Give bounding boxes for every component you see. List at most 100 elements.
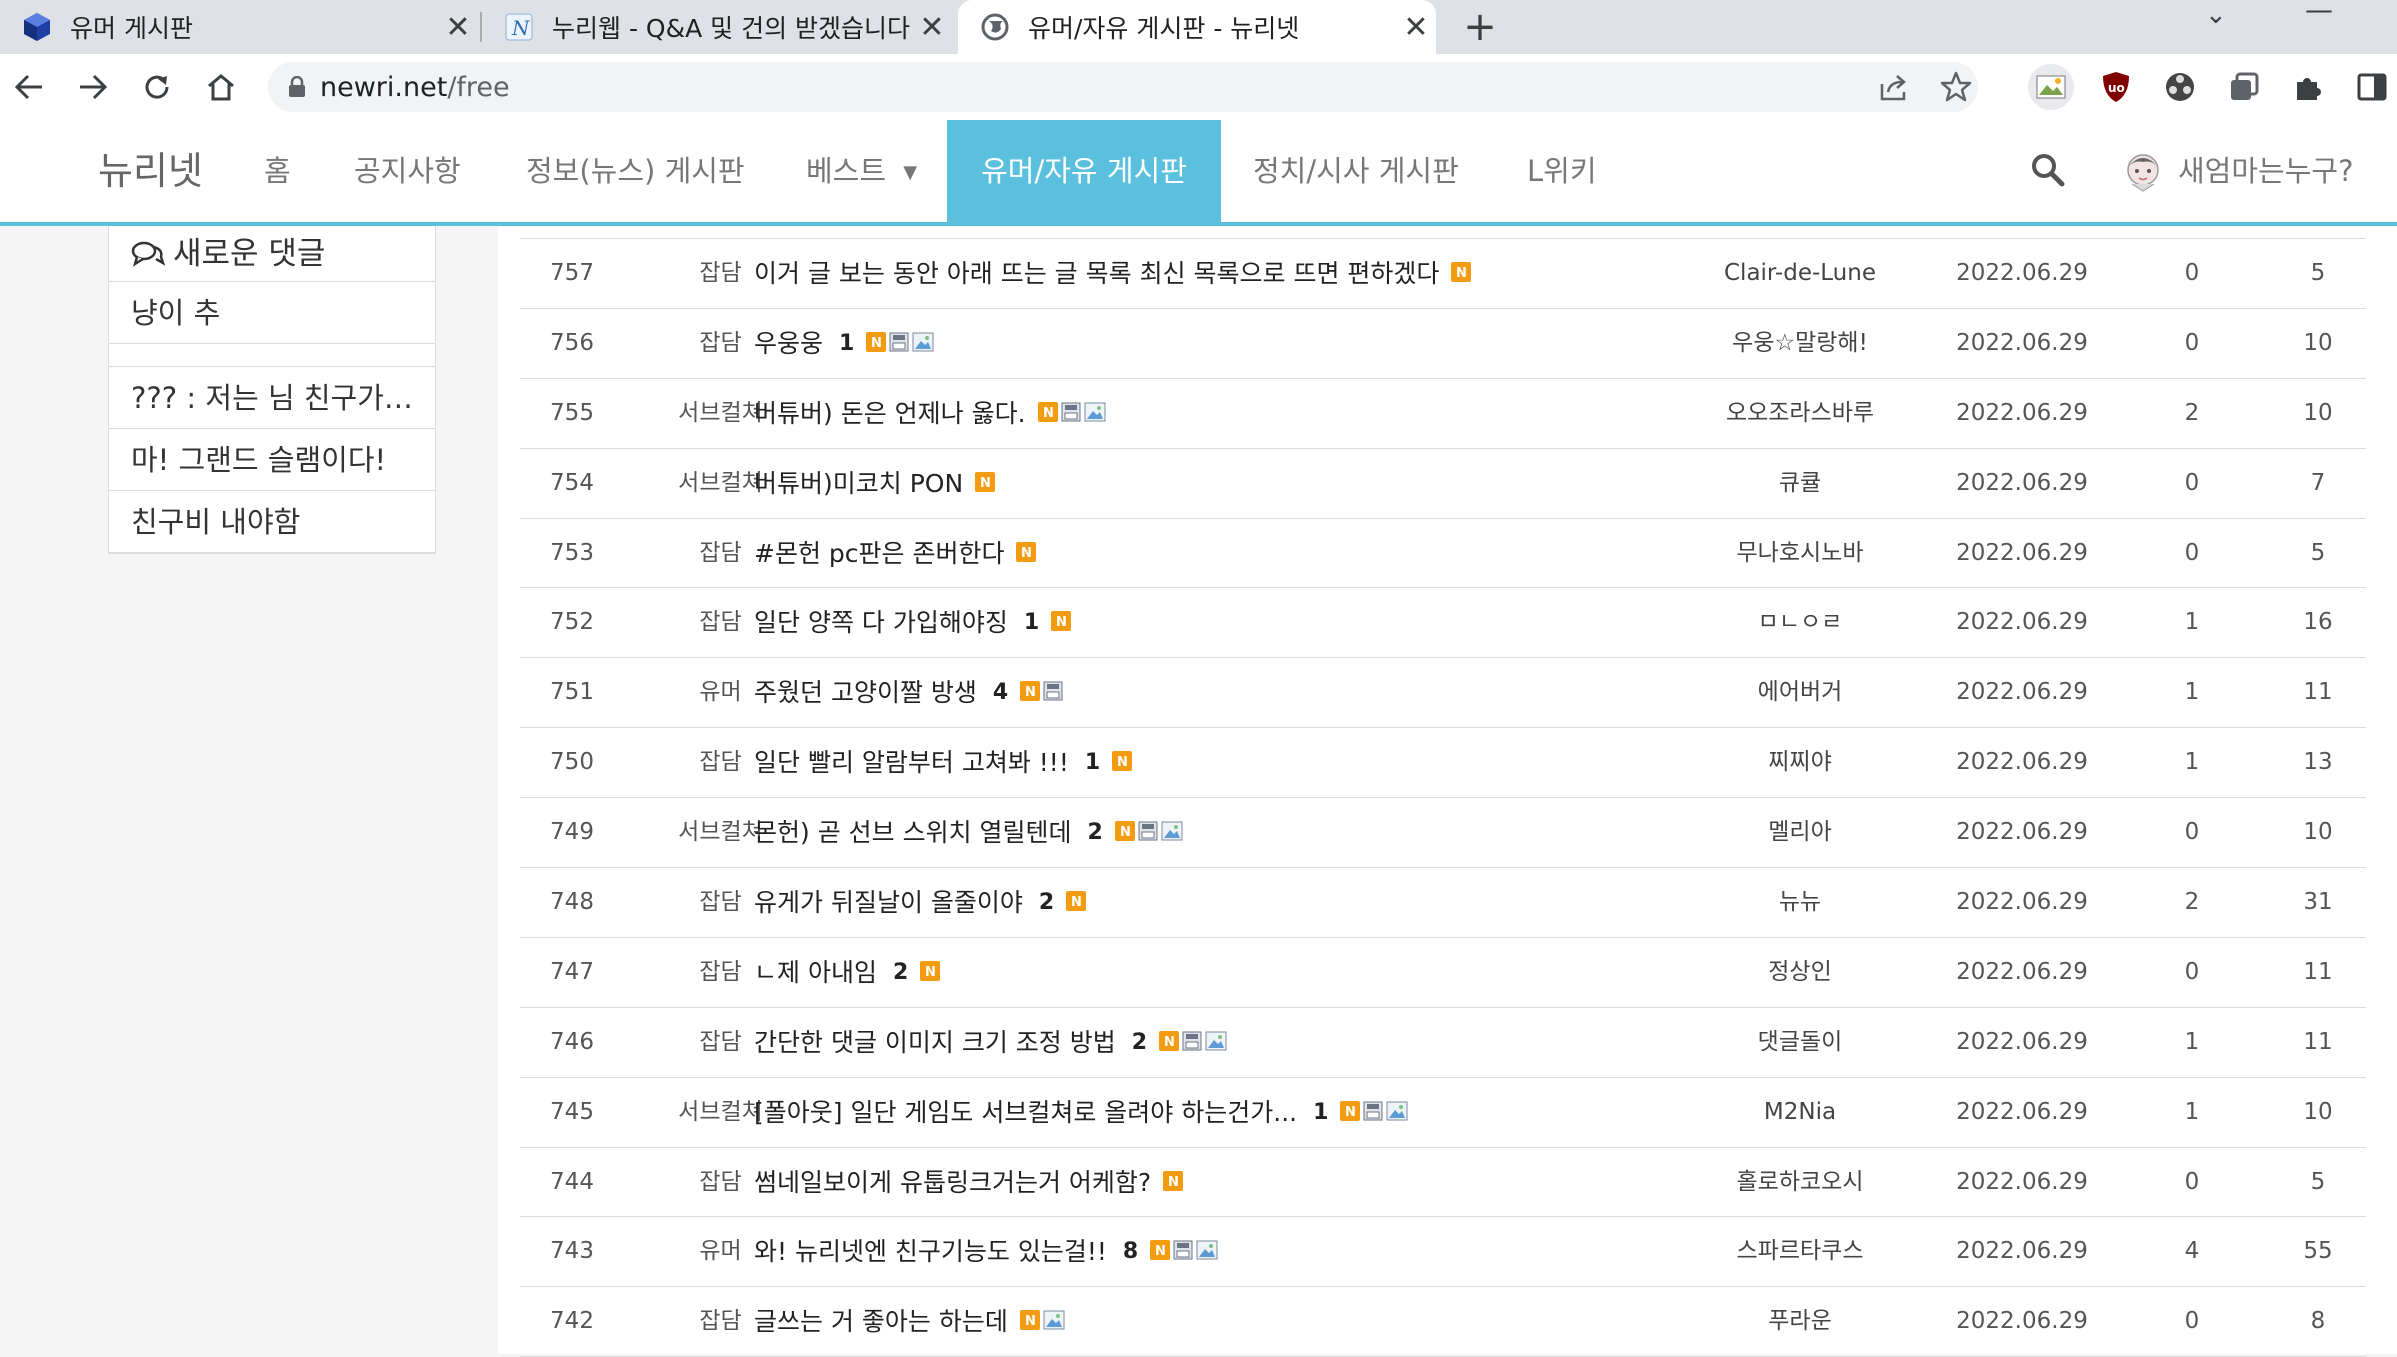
post-title-cell[interactable]: 우웅웅 1 N [754, 309, 937, 378]
post-row[interactable]: 746 잡담 간단한 댓글 이미지 크기 조정 방법 2 N 댓글돌이 2022… [520, 1008, 2366, 1078]
close-tab-icon[interactable]: ✕ [1396, 10, 1436, 45]
post-author[interactable]: 홀로하코오시 [1685, 1148, 1915, 1217]
minimize-window-icon[interactable]: — [2305, 0, 2333, 24]
post-title-cell[interactable]: #몬헌 pc판은 존버한다 N [754, 519, 1039, 588]
post-title[interactable]: 버튜버)미코치 PON [754, 449, 963, 518]
post-author[interactable]: 큐큘 [1685, 449, 1915, 518]
new-tab-icon[interactable]: + [1460, 0, 1500, 54]
address-bar[interactable]: newri.net/free [268, 62, 1978, 112]
film-reel-extension-icon[interactable] [2157, 64, 2203, 110]
recent-comment-item[interactable]: ??? : 저는 님 친구가 아닌데요 [109, 367, 435, 429]
reload-icon[interactable] [132, 54, 182, 120]
post-title-cell[interactable]: 썸네일보이게 유툽링크거는거 어케함? N [754, 1148, 1186, 1217]
image-extension-icon[interactable] [2028, 64, 2074, 110]
post-author[interactable]: 정상인 [1685, 938, 1915, 1007]
post-title[interactable]: 우웅웅 [754, 309, 823, 378]
tab-manager-extension-icon[interactable] [2221, 64, 2267, 110]
post-row[interactable]: 742 잡담 글쓰는 거 좋아는 하는데 N 푸라운 2022.06.29 0 … [520, 1287, 2366, 1357]
menu-best[interactable]: 베스트 ▼ [806, 120, 917, 222]
menu-notice[interactable]: 공지사항 [354, 120, 461, 222]
post-row[interactable]: 744 잡담 썸네일보이게 유툽링크거는거 어케함? N 홀로하코오시 2022… [520, 1148, 2366, 1218]
search-icon[interactable] [2030, 152, 2070, 192]
post-author[interactable]: 우웅☆말랑해! [1685, 309, 1915, 378]
post-row[interactable]: 756 잡담 우웅웅 1 N 우웅☆말랑해! 2022.06.29 0 10 [520, 309, 2366, 379]
post-row[interactable]: 753 잡담 #몬헌 pc판은 존버한다 N 무나호시노바 2022.06.29… [520, 519, 2366, 589]
post-title[interactable]: 이거 글 보는 동안 아래 뜨는 글 목록 최신 목록으로 뜨면 편하겠다 [754, 239, 1439, 308]
recent-comment-item[interactable]: 친구비 내야함 [109, 491, 435, 553]
post-title[interactable]: 와! 뉴리넷엔 친구기능도 있는걸!! [754, 1217, 1107, 1286]
post-author[interactable]: 에어버거 [1685, 658, 1915, 727]
browser-tab[interactable]: 유머 게시판 ✕ [0, 0, 478, 54]
post-title-cell[interactable]: 글쓰는 거 좋아는 하는데 N [754, 1287, 1068, 1356]
post-title[interactable]: 주웠던 고양이짤 방생 [754, 658, 977, 727]
menu-humor-free[interactable]: 유머/자유 게시판 [947, 120, 1221, 222]
post-row[interactable]: 754 서브컬쳐 버튜버)미코치 PON N 큐큘 2022.06.29 0 7 [520, 449, 2366, 519]
post-author[interactable]: ㅁㄴㅇㄹ [1685, 588, 1915, 657]
post-title-cell[interactable]: 버튜버) 돈은 언제나 옳다. N [754, 379, 1109, 448]
post-author[interactable]: 스파르타쿠스 [1685, 1217, 1915, 1286]
post-title-cell[interactable]: 몬헌) 곧 선브 스위치 열릴텐데 2 N [754, 798, 1186, 867]
post-title-cell[interactable]: 유게가 뒤질날이 올줄이야 2 N [754, 868, 1089, 937]
post-row[interactable]: 749 서브컬쳐 몬헌) 곧 선브 스위치 열릴텐데 2 N 멜리아 2022.… [520, 798, 2366, 869]
post-title[interactable]: 일단 빨리 알람부터 고쳐봐 !!! [754, 728, 1069, 797]
close-tab-icon[interactable]: ✕ [438, 10, 478, 45]
forward-arrow-icon[interactable] [68, 54, 118, 120]
post-title[interactable]: 몬헌) 곧 선브 스위치 열릴텐데 [754, 798, 1072, 867]
menu-info-news[interactable]: 정보(뉴스) 게시판 [526, 120, 745, 222]
post-title[interactable]: 썸네일보이게 유툽링크거는거 어케함? [754, 1148, 1151, 1217]
post-title[interactable]: 일단 양쪽 다 가입해야징 [754, 588, 1008, 657]
site-logo[interactable]: 뉴리넷 [98, 120, 203, 222]
post-author[interactable]: Clair-de-Lune [1685, 239, 1915, 308]
extensions-puzzle-icon[interactable] [2285, 64, 2331, 110]
post-author[interactable]: 푸라운 [1685, 1287, 1915, 1356]
post-title-cell[interactable]: ㄴ제 아내임 2 N [754, 938, 943, 1007]
post-title-cell[interactable]: 와! 뉴리넷엔 친구기능도 있는걸!! 8 N [754, 1217, 1221, 1286]
menu-politics[interactable]: 정치/시사 게시판 [1253, 120, 1459, 222]
post-title-cell[interactable]: [폴아웃] 일단 게임도 서브컬쳐로 올려야 하는건가... 1 N [754, 1078, 1411, 1147]
bookmark-star-icon[interactable] [1940, 71, 1972, 107]
post-title-cell[interactable]: 버튜버)미코치 PON N [754, 449, 998, 518]
post-row[interactable]: 747 잡담 ㄴ제 아내임 2 N 정상인 2022.06.29 0 11 [520, 938, 2366, 1008]
ublock-shield-icon[interactable]: uo [2093, 64, 2139, 110]
post-author[interactable]: 뉴뉴 [1685, 868, 1915, 937]
post-title[interactable]: 글쓰는 거 좋아는 하는데 [754, 1287, 1008, 1356]
post-row[interactable]: 752 잡담 일단 양쪽 다 가입해야징 1 N ㅁㄴㅇㄹ 2022.06.29… [520, 588, 2366, 659]
user-avatar[interactable] [2124, 152, 2162, 192]
post-row[interactable]: 748 잡담 유게가 뒤질날이 올줄이야 2 N 뉴뉴 2022.06.29 2… [520, 868, 2366, 938]
post-row[interactable]: 757 잡담 이거 글 보는 동안 아래 뜨는 글 목록 최신 목록으로 뜨면 … [520, 239, 2366, 309]
menu-home[interactable]: 홈 [264, 120, 291, 222]
menu-lwiki[interactable]: L위키 [1527, 120, 1597, 222]
side-panel-icon[interactable] [2349, 64, 2395, 110]
post-title[interactable]: #몬헌 pc판은 존버한다 [754, 519, 1004, 588]
post-title-cell[interactable]: 이거 글 보는 동안 아래 뜨는 글 목록 최신 목록으로 뜨면 편하겠다 N [754, 239, 1474, 308]
back-arrow-icon[interactable] [4, 54, 54, 120]
post-author[interactable]: 댓글돌이 [1685, 1008, 1915, 1077]
post-title-cell[interactable]: 주웠던 고양이짤 방생 4 N [754, 658, 1066, 727]
post-author[interactable]: 오오조라스바루 [1685, 379, 1915, 448]
recent-comment-item[interactable]: 마! 그랜드 슬램이다! [109, 429, 435, 491]
lock-icon[interactable] [288, 76, 306, 98]
post-author[interactable]: 무나호시노바 [1685, 519, 1915, 588]
post-row[interactable]: 750 잡담 일단 빨리 알람부터 고쳐봐 !!! 1 N 찌찌야 2022.0… [520, 728, 2366, 799]
post-row[interactable]: 755 서브컬쳐 버튜버) 돈은 언제나 옳다. N 오오조라스바루 2022.… [520, 379, 2366, 449]
browser-tab-active[interactable]: 유머/자유 게시판 - 뉴리넷 ✕ [958, 0, 1436, 54]
post-title[interactable]: 간단한 댓글 이미지 크기 조정 방법 [754, 1008, 1116, 1077]
recent-comment-item[interactable] [109, 344, 435, 367]
post-title-cell[interactable]: 일단 양쪽 다 가입해야징 1 N [754, 588, 1074, 657]
username[interactable]: 새엄마는누구? [2178, 120, 2353, 222]
post-author[interactable]: 멜리아 [1685, 798, 1915, 867]
post-author[interactable]: 찌찌야 [1685, 728, 1915, 797]
tab-search-chevron-icon[interactable]: ⌄ [2205, 0, 2227, 30]
post-title[interactable]: [폴아웃] 일단 게임도 서브컬쳐로 올려야 하는건가... [754, 1078, 1297, 1147]
post-title-cell[interactable]: 간단한 댓글 이미지 크기 조정 방법 2 N [754, 1008, 1230, 1077]
post-row[interactable]: 751 유머 주웠던 고양이짤 방생 4 N 에어버거 2022.06.29 1… [520, 658, 2366, 729]
post-title[interactable]: ㄴ제 아내임 [754, 938, 877, 1007]
share-icon[interactable] [1878, 72, 1910, 106]
url-text[interactable]: newri.net/free [320, 72, 510, 103]
post-title[interactable]: 유게가 뒤질날이 올줄이야 [754, 868, 1023, 937]
close-tab-icon[interactable]: ✕ [912, 10, 952, 45]
post-title-cell[interactable]: 일단 빨리 알람부터 고쳐봐 !!! 1 N [754, 728, 1135, 797]
post-row[interactable]: 745 서브컬쳐 [폴아웃] 일단 게임도 서브컬쳐로 올려야 하는건가... … [520, 1078, 2366, 1148]
post-title[interactable]: 버튜버) 돈은 언제나 옳다. [754, 379, 1026, 448]
home-icon[interactable] [196, 54, 246, 120]
